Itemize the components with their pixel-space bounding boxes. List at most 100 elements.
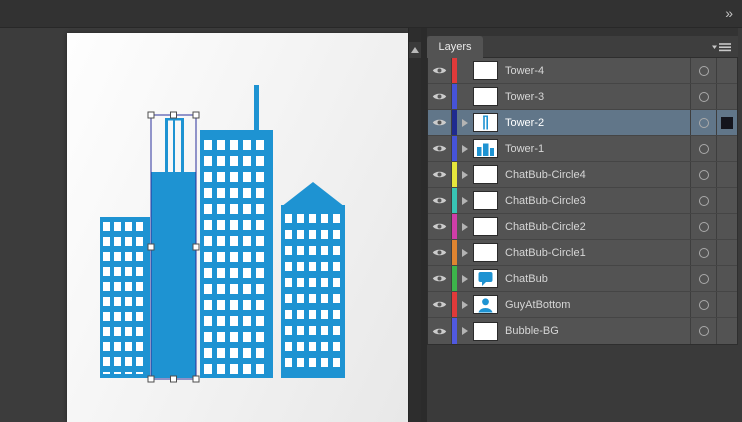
artboard[interactable] [67, 33, 408, 422]
selection-indicator-cell[interactable] [716, 110, 737, 135]
visibility-toggle[interactable] [428, 162, 452, 187]
pasteboard [0, 28, 421, 422]
layer-row[interactable]: Tower-1 [428, 136, 737, 162]
visibility-toggle[interactable] [428, 240, 452, 265]
expand-toggle[interactable] [457, 266, 473, 291]
layer-row[interactable]: Tower-3 [428, 84, 737, 110]
visibility-toggle[interactable] [428, 58, 452, 83]
layer-thumbnail[interactable] [473, 321, 498, 341]
target-circle-icon [698, 117, 709, 128]
layer-name[interactable]: ChatBub-Circle4 [505, 169, 690, 181]
selection-indicator-cell[interactable] [716, 136, 737, 161]
layer-thumbnail[interactable] [473, 113, 498, 132]
layer-row[interactable]: ChatBub-Circle3 [428, 188, 737, 214]
layer-name[interactable]: Tower-2 [505, 117, 690, 129]
layer-row[interactable]: ChatBub-Circle2 [428, 214, 737, 240]
eye-icon [432, 145, 447, 152]
layer-name[interactable]: Tower-4 [505, 65, 690, 77]
target-cell[interactable] [690, 292, 716, 317]
visibility-toggle[interactable] [428, 318, 452, 344]
layer-thumbnail[interactable] [473, 61, 498, 80]
eye-icon [432, 93, 447, 100]
target-circle-icon [698, 273, 709, 284]
layer-thumbnail[interactable] [473, 295, 498, 314]
visibility-toggle[interactable] [428, 266, 452, 291]
layer-thumbnail[interactable] [473, 243, 498, 262]
eye-icon [432, 249, 447, 256]
expand-arrow-icon [462, 196, 468, 205]
target-cell[interactable] [690, 162, 716, 187]
selection-indicator-cell[interactable] [716, 84, 737, 109]
selection-indicator-cell[interactable] [716, 188, 737, 213]
visibility-toggle[interactable] [428, 84, 452, 109]
expand-arrow-icon [462, 170, 468, 179]
layer-row[interactable]: ChatBub-Circle1 [428, 240, 737, 266]
layer-row[interactable]: Tower-2 [428, 110, 737, 136]
visibility-toggle[interactable] [428, 292, 452, 317]
visibility-toggle[interactable] [428, 110, 452, 135]
vertical-scrollbar[interactable] [408, 28, 421, 422]
expand-toggle[interactable] [457, 162, 473, 187]
target-cell[interactable] [690, 84, 716, 109]
expand-toggle[interactable] [457, 240, 473, 265]
eye-icon [432, 197, 447, 204]
selection-indicator-cell[interactable] [716, 58, 737, 83]
expand-dock-button[interactable]: » [725, 5, 733, 21]
expand-toggle[interactable] [457, 136, 473, 161]
target-cell[interactable] [690, 110, 716, 135]
layer-row[interactable]: Tower-4 [428, 58, 737, 84]
layer-name[interactable]: ChatBub-Circle2 [505, 221, 690, 233]
target-cell[interactable] [690, 188, 716, 213]
target-cell[interactable] [690, 214, 716, 239]
visibility-toggle[interactable] [428, 214, 452, 239]
selection-indicator-cell[interactable] [716, 162, 737, 187]
artwork-buildings[interactable] [100, 85, 345, 378]
target-circle-icon [698, 221, 709, 232]
target-cell[interactable] [690, 318, 716, 344]
expand-toggle[interactable] [457, 58, 473, 83]
layer-name[interactable]: GuyAtBottom [505, 299, 690, 311]
selection-indicator-cell[interactable] [716, 266, 737, 291]
target-circle-icon [698, 299, 709, 310]
scroll-up-button[interactable] [409, 42, 421, 58]
selection-indicator-cell[interactable] [716, 214, 737, 239]
visibility-toggle[interactable] [428, 188, 452, 213]
layer-row[interactable]: ChatBub [428, 266, 737, 292]
layer-thumbnail[interactable] [473, 191, 498, 210]
target-circle-icon [698, 247, 709, 258]
layer-thumbnail[interactable] [473, 217, 498, 236]
eye-icon [432, 328, 447, 334]
layer-name[interactable]: ChatBub-Circle3 [505, 195, 690, 207]
expand-arrow-icon [462, 118, 468, 127]
visibility-toggle[interactable] [428, 136, 452, 161]
selection-indicator-cell[interactable] [716, 240, 737, 265]
selection-indicator-cell[interactable] [716, 292, 737, 317]
target-cell[interactable] [690, 58, 716, 83]
expand-toggle[interactable] [457, 188, 473, 213]
layer-row[interactable]: ChatBub-Circle4 [428, 162, 737, 188]
layer-thumbnail[interactable] [473, 87, 498, 106]
layer-name[interactable]: ChatBub [505, 273, 690, 285]
expand-toggle[interactable] [457, 84, 473, 109]
layer-name[interactable]: Tower-1 [505, 143, 690, 155]
tab-layers[interactable]: Layers [427, 36, 483, 58]
expand-toggle[interactable] [457, 292, 473, 317]
target-cell[interactable] [690, 266, 716, 291]
layer-name[interactable]: Bubble-BG [505, 325, 690, 337]
expand-toggle[interactable] [457, 214, 473, 239]
target-cell[interactable] [690, 136, 716, 161]
panel-menu-icon[interactable] [712, 41, 732, 53]
expand-toggle[interactable] [457, 110, 473, 135]
layers-panel: Layers Tower-4 Tower-3 Tower-2 Tower-1 C… [427, 28, 738, 422]
layer-thumbnail[interactable] [473, 165, 498, 184]
expand-toggle[interactable] [457, 318, 473, 344]
target-cell[interactable] [690, 240, 716, 265]
layer-name[interactable]: ChatBub-Circle1 [505, 247, 690, 259]
layer-name[interactable]: Tower-3 [505, 91, 690, 103]
target-circle-icon [698, 326, 709, 336]
layer-thumbnail[interactable] [473, 139, 498, 158]
layer-row[interactable]: Bubble-BG [428, 318, 737, 344]
layer-row[interactable]: GuyAtBottom [428, 292, 737, 318]
layer-thumbnail[interactable] [473, 269, 498, 288]
selection-indicator-cell[interactable] [716, 318, 737, 344]
